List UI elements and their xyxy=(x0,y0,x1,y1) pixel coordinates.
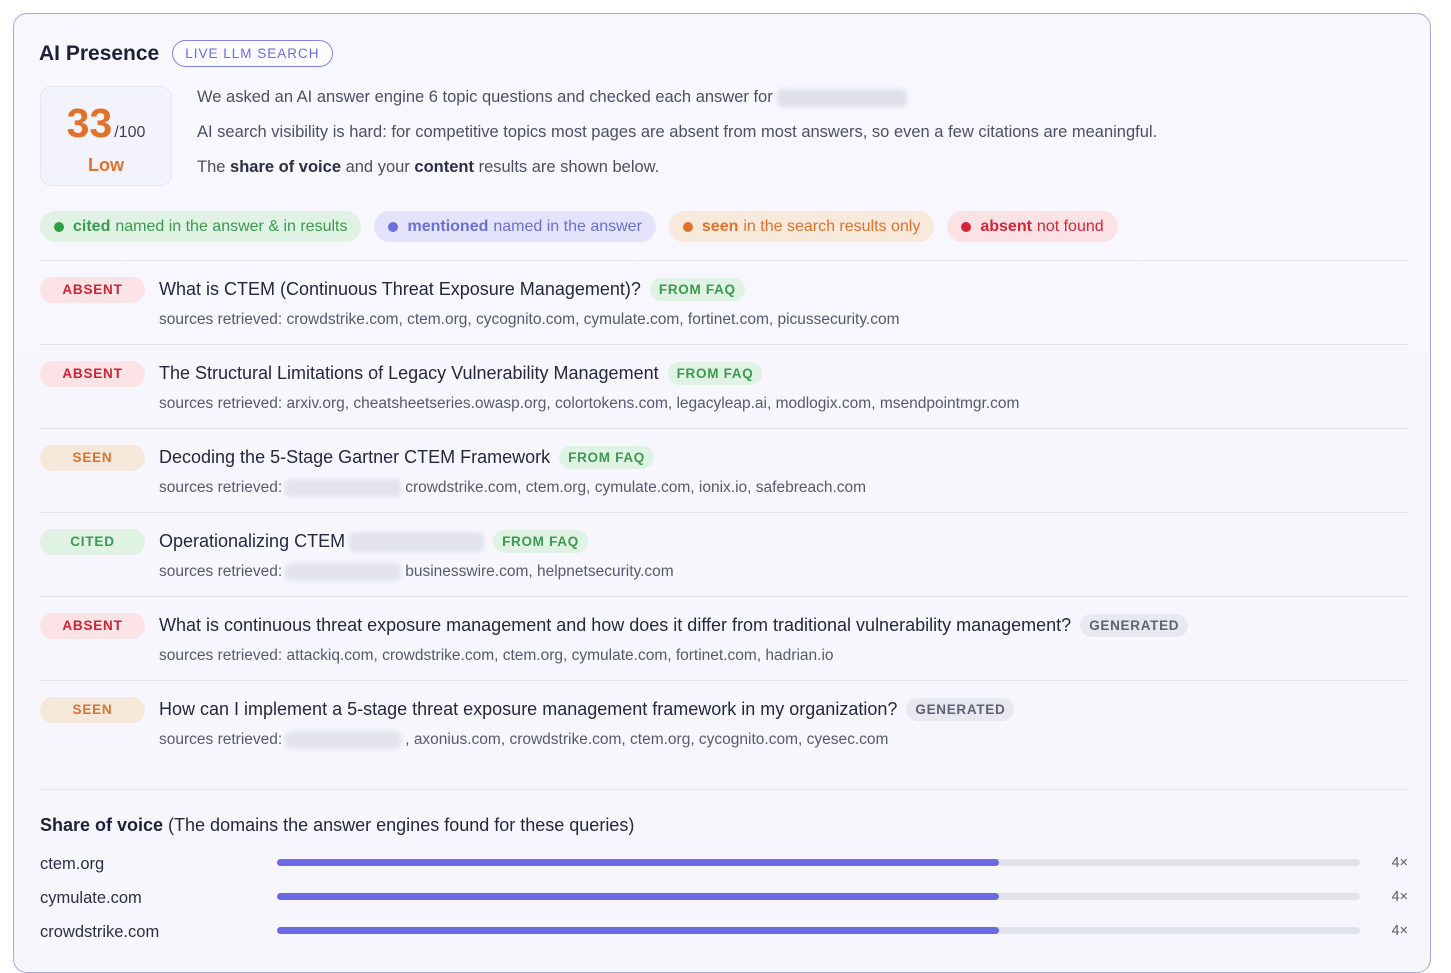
sources-label: sources retrieved: xyxy=(159,395,283,412)
source-tag: FROM FAQ xyxy=(649,278,745,301)
sov-domain: ctem.org xyxy=(40,855,105,873)
sov-count: 4× xyxy=(1391,923,1408,939)
redacted-domain xyxy=(285,563,402,581)
question-row: ABSENT What is CTEM (Continuous Threat E… xyxy=(40,260,1408,344)
sources-list: arxiv.org, cheatsheetseries.owasp.org, c… xyxy=(286,395,1020,412)
sources-list: crowdstrike.com, ctem.org, cymulate.com,… xyxy=(405,479,867,496)
legend-seen: seen in the search results only xyxy=(668,211,935,242)
ai-presence-panel: AI Presence LIVE LLM SEARCH 33/100 Low W… xyxy=(13,13,1431,973)
score-level: Low xyxy=(88,155,124,175)
redacted-domain xyxy=(777,88,908,107)
sov-bar-fill xyxy=(277,893,1000,900)
question-text: How can I implement a 5-stage threat exp… xyxy=(159,699,898,719)
question-row: ABSENT The Structural Limitations of Leg… xyxy=(40,344,1408,428)
question-text: What is continuous threat exposure manag… xyxy=(159,615,1072,635)
sov-bar-track xyxy=(277,859,1360,866)
intro-line-2: AI search visibility is hard: for compet… xyxy=(197,123,1158,141)
sov-row: crowdstrike.com 4× xyxy=(40,921,1408,955)
sources-label: sources retrieved: xyxy=(159,479,283,496)
share-of-voice-list: ctem.org 4× cymulate.com 4× crowdstrike.… xyxy=(40,853,1408,955)
redacted-domain xyxy=(285,731,402,749)
source-tag: GENERATED xyxy=(1080,614,1189,637)
redacted-text xyxy=(349,531,485,552)
sov-domain: cymulate.com xyxy=(40,889,142,907)
section-divider xyxy=(40,789,1408,790)
sources-label: sources retrieved: xyxy=(159,731,283,748)
share-of-voice-title: Share of voice (The domains the answer e… xyxy=(40,815,635,835)
legend-cited: cited named in the answer & in results xyxy=(40,211,362,242)
mentioned-dot-icon xyxy=(388,221,399,232)
cited-dot-icon xyxy=(54,221,64,232)
sources-list: attackiq.com, crowdstrike.com, ctem.org,… xyxy=(286,647,834,664)
source-tag: FROM FAQ xyxy=(667,362,763,385)
sov-bar-fill xyxy=(277,927,1000,934)
status-badge: ABSENT xyxy=(40,277,145,303)
sources-label: sources retrieved: xyxy=(159,647,283,664)
absent-dot-icon xyxy=(961,221,972,232)
sov-bar-track xyxy=(277,893,1360,900)
status-badge: SEEN xyxy=(40,445,145,471)
panel-title: AI Presence xyxy=(39,41,160,65)
status-badge: ABSENT xyxy=(40,361,145,387)
intro-line-1: We asked an AI answer engine 6 topic que… xyxy=(197,88,773,106)
question-text: Operationalizing CTEM xyxy=(159,531,346,551)
source-tag: GENERATED xyxy=(906,698,1015,721)
seen-dot-icon xyxy=(682,221,693,232)
sources-list: , axonius.com, crowdstrike.com, ctem.org… xyxy=(405,731,889,748)
sources-label: sources retrieved: xyxy=(159,311,283,328)
sov-bar-fill xyxy=(277,859,1000,866)
question-row: ABSENT What is continuous threat exposur… xyxy=(40,596,1408,680)
legend-mentioned: mentioned named in the answer xyxy=(374,211,656,242)
question-list: ABSENT What is CTEM (Continuous Threat E… xyxy=(40,260,1408,764)
intro-line-3: The share of voice and your content resu… xyxy=(197,158,660,176)
sov-row: ctem.org 4× xyxy=(40,853,1408,887)
question-text: What is CTEM (Continuous Threat Exposure… xyxy=(159,279,641,299)
sources-label: sources retrieved: xyxy=(159,563,283,580)
sov-count: 4× xyxy=(1391,855,1408,871)
question-row: SEEN Decoding the 5-Stage Gartner CTEM F… xyxy=(40,428,1408,512)
source-tag: FROM FAQ xyxy=(493,530,588,553)
sov-row: cymulate.com 4× xyxy=(40,887,1408,921)
question-row: SEEN How can I implement a 5-stage threa… xyxy=(40,680,1408,764)
sov-bar-track xyxy=(277,927,1360,934)
legend-absent: absent not found xyxy=(947,211,1118,242)
redacted-domain xyxy=(285,479,402,497)
status-badge: SEEN xyxy=(40,697,145,723)
question-row: CITED Operationalizing CTEM FROM FAQ sour… xyxy=(40,512,1408,596)
question-text: The Structural Limitations of Legacy Vul… xyxy=(159,363,659,383)
sources-list: businesswire.com, helpnetsecurity.com xyxy=(405,563,674,580)
status-badge: ABSENT xyxy=(40,613,145,639)
status-legend: cited named in the answer & in results me… xyxy=(40,211,1118,242)
intro-text: We asked an AI answer engine 6 topic que… xyxy=(197,88,1157,193)
source-tag: FROM FAQ xyxy=(559,446,655,469)
live-search-badge: LIVE LLM SEARCH xyxy=(172,40,333,67)
question-text: Decoding the 5-Stage Gartner CTEM Framew… xyxy=(159,447,551,467)
sov-domain: crowdstrike.com xyxy=(40,923,160,941)
sources-list: crowdstrike.com, ctem.org, cycognito.com… xyxy=(286,311,900,328)
status-badge: CITED xyxy=(40,529,145,555)
score-max: /100 xyxy=(114,124,146,141)
score-card: 33/100 Low xyxy=(40,86,172,186)
score-value: 33 xyxy=(66,100,113,146)
sov-count: 4× xyxy=(1391,889,1408,905)
panel-header: AI Presence LIVE LLM SEARCH xyxy=(39,40,333,67)
